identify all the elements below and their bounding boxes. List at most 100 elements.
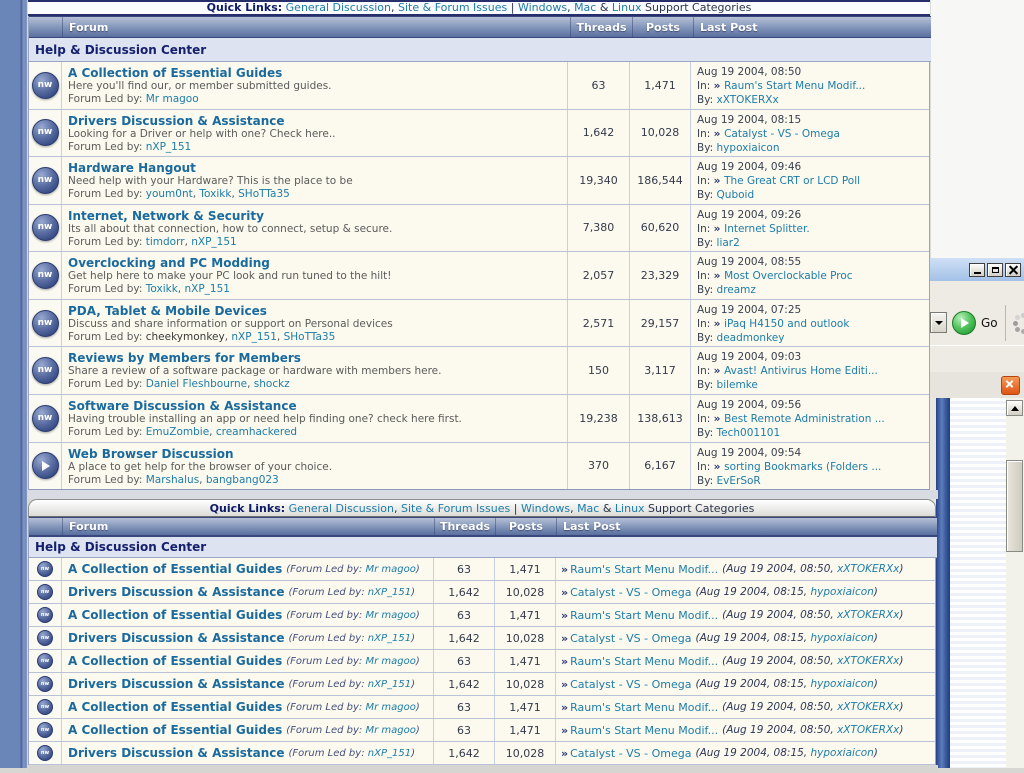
- last-topic-link[interactable]: Catalyst - VS - Omega: [570, 632, 691, 645]
- forum-title-link[interactable]: A Collection of Essential Guides: [68, 654, 282, 668]
- last-poster-link[interactable]: xXTOKERXx: [837, 655, 899, 667]
- last-poster-link[interactable]: dreamz: [717, 284, 756, 296]
- last-topic-link[interactable]: Internet Splitter.: [724, 223, 810, 235]
- forum-title-link[interactable]: Software Discussion & Assistance: [68, 399, 561, 413]
- last-poster-link[interactable]: xXTOKERXx: [837, 563, 899, 575]
- forum-leader[interactable]: Mr magoo: [365, 610, 415, 621]
- last-poster-link[interactable]: hypoxiaicon: [811, 747, 874, 759]
- forum-leader[interactable]: EmuZombie: [146, 426, 209, 438]
- restore-button[interactable]: [987, 262, 1003, 277]
- forum-leader[interactable]: Mr magoo: [365, 725, 415, 736]
- category-title[interactable]: Help & Discussion Center: [29, 38, 931, 62]
- forum-leader[interactable]: creamhackered: [216, 426, 297, 438]
- forum-leader[interactable]: Marshalus: [146, 474, 199, 486]
- last-poster-link[interactable]: EvErSoR: [717, 475, 761, 487]
- forum-leader[interactable]: Daniel Fleshbourne: [146, 378, 247, 390]
- forum-leader[interactable]: Toxikk: [146, 283, 178, 295]
- quick-link-site-forum-issues[interactable]: Site & Forum Issues: [398, 2, 507, 14]
- last-poster-link[interactable]: liar2: [717, 237, 740, 249]
- category-title[interactable]: Help & Discussion Center: [29, 536, 937, 558]
- last-poster-link[interactable]: Tech001101: [717, 427, 781, 439]
- forum-leader[interactable]: bangbang023: [206, 474, 279, 486]
- forum-leader[interactable]: SHoTTa35: [284, 331, 336, 343]
- dismiss-button[interactable]: [1001, 375, 1020, 395]
- last-topic-link[interactable]: Raum's Start Menu Modif...: [724, 80, 865, 92]
- forum-title-link[interactable]: Drivers Discussion & Assistance: [68, 114, 561, 128]
- forum-title-link[interactable]: Drivers Discussion & Assistance: [68, 631, 285, 645]
- forum-leader[interactable]: nXP_151: [368, 587, 411, 598]
- forum-title-link[interactable]: Overclocking and PC Modding: [68, 256, 561, 270]
- forum-title-link[interactable]: Drivers Discussion & Assistance: [68, 677, 285, 691]
- last-poster-link[interactable]: hypoxiaicon: [717, 142, 780, 154]
- quick-link-mac[interactable]: Mac: [577, 502, 599, 515]
- last-poster-link[interactable]: deadmonkey: [717, 332, 785, 344]
- last-topic-link[interactable]: Raum's Start Menu Modif...: [570, 701, 718, 714]
- last-poster-link[interactable]: bilemke: [717, 379, 758, 391]
- forum-leader[interactable]: Mr magoo: [365, 702, 415, 713]
- last-topic-link[interactable]: iPaq H4150 and outlook: [724, 318, 849, 330]
- forum-leader[interactable]: nXP_151: [184, 283, 229, 295]
- forum-title-link[interactable]: A Collection of Essential Guides: [68, 562, 282, 576]
- quick-link-mac[interactable]: Mac: [574, 2, 596, 14]
- last-poster-link[interactable]: xXTOKERXx: [837, 701, 899, 713]
- forum-title-link[interactable]: A Collection of Essential Guides: [68, 723, 282, 737]
- last-topic-link[interactable]: Catalyst - VS - Omega: [570, 747, 691, 760]
- forum-leader[interactable]: Mr magoo: [365, 656, 415, 667]
- forum-leader[interactable]: nXP_151: [146, 141, 191, 153]
- go-button[interactable]: [952, 310, 976, 335]
- last-poster-link[interactable]: xXTOKERXx: [837, 724, 899, 736]
- forum-title-link[interactable]: Drivers Discussion & Assistance: [68, 746, 285, 760]
- forum-title-link[interactable]: Drivers Discussion & Assistance: [68, 585, 285, 599]
- forum-title-link[interactable]: Web Browser Discussion: [68, 447, 561, 461]
- scrollbar-thumb[interactable]: [1006, 460, 1023, 552]
- quick-link-windows[interactable]: Windows: [518, 2, 567, 14]
- forum-title-link[interactable]: Hardware Hangout: [68, 161, 561, 175]
- last-topic-link[interactable]: Best Remote Administration ...: [724, 413, 885, 425]
- forum-title-link[interactable]: A Collection of Essential Guides: [68, 700, 282, 714]
- forum-leader[interactable]: Toxikk: [199, 188, 231, 200]
- last-topic-link[interactable]: Catalyst - VS - Omega: [570, 586, 691, 599]
- quick-link-linux[interactable]: Linux: [612, 2, 642, 14]
- forum-title-link[interactable]: PDA, Tablet & Mobile Devices: [68, 304, 561, 318]
- last-topic-link[interactable]: Catalyst - VS - Omega: [724, 128, 840, 140]
- forum-leader[interactable]: SHoTTa35: [238, 188, 290, 200]
- forum-leader[interactable]: nXP_151: [191, 236, 236, 248]
- quick-link-site-forum-issues[interactable]: Site & Forum Issues: [401, 502, 510, 515]
- last-poster-link[interactable]: xXTOKERXx: [717, 94, 779, 106]
- scroll-up-button[interactable]: [1006, 400, 1023, 416]
- forum-leader[interactable]: shockz: [254, 378, 290, 390]
- vertical-scrollbar[interactable]: [1006, 398, 1024, 768]
- last-poster-link[interactable]: xXTOKERXx: [837, 609, 899, 621]
- last-poster-link[interactable]: Quboid: [717, 189, 755, 201]
- forum-title-link[interactable]: Internet, Network & Security: [68, 209, 561, 223]
- quick-link-general-discussion[interactable]: General Discussion: [286, 2, 391, 14]
- minimize-button[interactable]: [969, 262, 985, 277]
- quick-link-windows[interactable]: Windows: [521, 502, 570, 515]
- last-poster-link[interactable]: hypoxiaicon: [811, 632, 874, 644]
- last-topic-link[interactable]: Raum's Start Menu Modif...: [570, 655, 718, 668]
- last-topic-link[interactable]: sorting Bookmarks (Folders ...: [724, 461, 881, 473]
- quick-link-general-discussion[interactable]: General Discussion: [289, 502, 394, 515]
- last-topic-link[interactable]: Avast! Antivirus Home Editi...: [724, 365, 878, 377]
- last-poster-link[interactable]: hypoxiaicon: [811, 586, 874, 598]
- last-topic-link[interactable]: The Great CRT or LCD Poll: [724, 175, 860, 187]
- forum-title-link[interactable]: A Collection of Essential Guides: [68, 66, 561, 80]
- last-topic-link[interactable]: Most Overclockable Proc: [724, 270, 852, 282]
- forum-leader[interactable]: Mr magoo: [146, 93, 199, 105]
- forum-title-link[interactable]: Reviews by Members for Members: [68, 351, 561, 365]
- last-topic-link[interactable]: Catalyst - VS - Omega: [570, 678, 691, 691]
- forum-leader[interactable]: youm0nt: [146, 188, 193, 200]
- close-button[interactable]: [1005, 262, 1021, 277]
- forum-leader[interactable]: nXP_151: [368, 633, 411, 644]
- forum-title-link[interactable]: A Collection of Essential Guides: [68, 608, 282, 622]
- forum-leader[interactable]: nXP_151: [368, 679, 411, 690]
- last-topic-link[interactable]: Raum's Start Menu Modif...: [570, 609, 718, 622]
- forum-leader[interactable]: nXP_151: [368, 748, 411, 759]
- forum-leader[interactable]: timdorr: [146, 236, 185, 248]
- quick-link-linux[interactable]: Linux: [615, 502, 645, 515]
- forum-leader[interactable]: nXP_151: [231, 331, 276, 343]
- last-topic-link[interactable]: Raum's Start Menu Modif...: [570, 563, 718, 576]
- last-poster-link[interactable]: hypoxiaicon: [811, 678, 874, 690]
- last-topic-link[interactable]: Raum's Start Menu Modif...: [570, 724, 718, 737]
- forum-leader[interactable]: Mr magoo: [365, 564, 415, 575]
